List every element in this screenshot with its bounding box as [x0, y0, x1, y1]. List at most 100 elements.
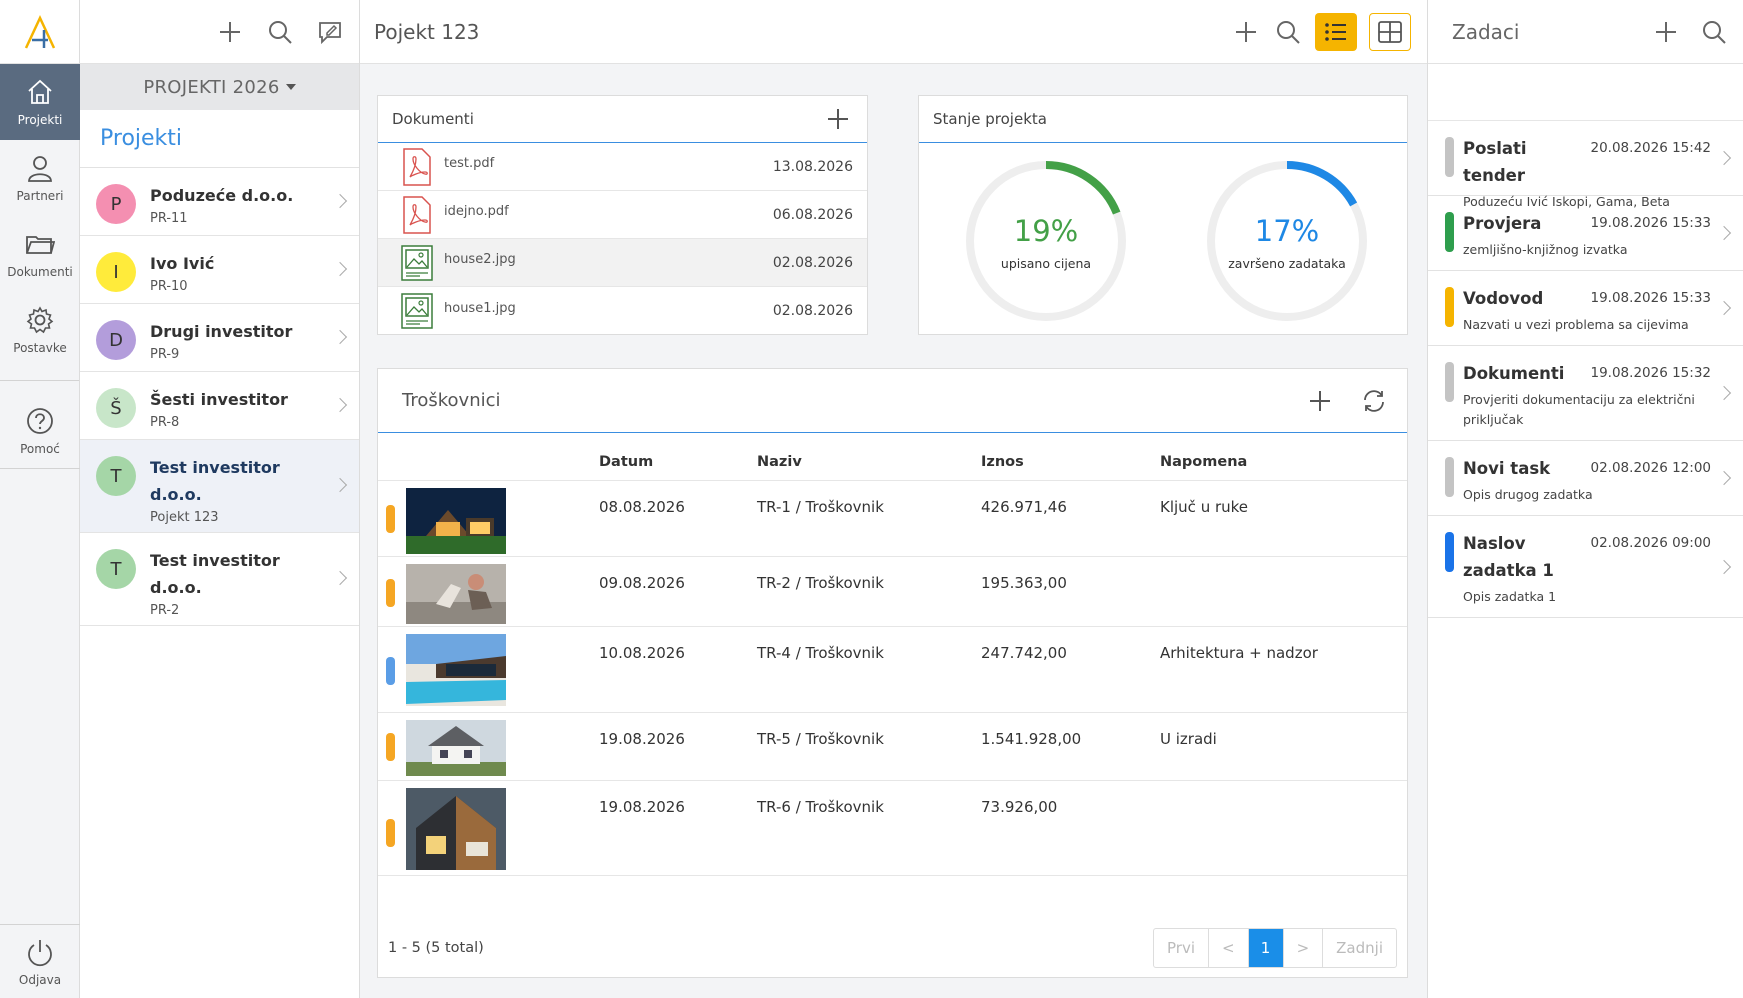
table-row[interactable]: 19.08.2026 TR-5 / Troškovnik 1.541.928,0…	[378, 713, 1407, 781]
app-logo[interactable]	[0, 0, 79, 64]
row-date: 19.08.2026	[599, 798, 685, 816]
notes-button[interactable]	[315, 17, 345, 47]
task-item[interactable]: Dokumenti 19.08.2026 15:32 Provjeriti dok…	[1428, 346, 1743, 441]
task-date: 02.08.2026 09:00	[1590, 535, 1712, 551]
document-row[interactable]: idejno.pdf 06.08.2026	[378, 191, 867, 239]
costs-header: Troškovnici	[378, 369, 1407, 433]
tasks-gauge: 17% završeno zadataka	[1204, 158, 1370, 324]
document-date: 02.08.2026	[772, 303, 853, 319]
task-item[interactable]: Poslati tender 20.08.2026 15:42 Poduzeću …	[1428, 121, 1743, 209]
task-item[interactable]: Novi task 02.08.2026 12:00 Opis drugog za…	[1428, 441, 1743, 516]
row-note: U izradi	[1160, 730, 1217, 748]
projects-toolbar	[80, 0, 359, 64]
column-date[interactable]: Datum	[599, 454, 757, 470]
gauge-value: 17%	[1254, 214, 1320, 248]
task-date: 20.08.2026 15:42	[1590, 140, 1712, 156]
nav-label: Pomoć	[20, 441, 60, 456]
task-color-bar	[1445, 457, 1454, 497]
project-item-selected[interactable]: T Test investitor d.o.o. Pojekt 123	[80, 440, 359, 533]
user-icon	[28, 156, 52, 182]
nav-item-projekti[interactable]: Projekti	[0, 64, 80, 140]
search-projects-button[interactable]	[265, 17, 295, 47]
chevron-right-icon	[1716, 150, 1732, 166]
power-icon	[28, 939, 52, 966]
project-item[interactable]: I Ivo Ivić PR-10	[80, 236, 359, 304]
cost-estimates-card: Troškovnici Datum Naziv Iznos Napomena 0…	[377, 368, 1408, 978]
main-panel: Pojekt 123 Dokumenti test.pdf 13.08.2026…	[360, 0, 1427, 998]
pager-next[interactable]: >	[1282, 929, 1323, 967]
add-estimate-button[interactable]	[1305, 386, 1335, 416]
project-item[interactable]: P Poduzeće d.o.o. PR-11	[80, 168, 359, 236]
task-item[interactable]: Provjera 19.08.2026 15:33 zemljišno-knjiž…	[1428, 196, 1743, 271]
pager-first[interactable]: Prvi	[1154, 929, 1208, 967]
grid-view-button[interactable]	[1369, 12, 1411, 51]
search-icon	[269, 20, 292, 44]
status-stripe	[386, 733, 395, 761]
table-row[interactable]: 19.08.2026 TR-6 / Troškovnik 73.926,00	[378, 781, 1407, 876]
table-row[interactable]: 08.08.2026 TR-1 / Troškovnik 426.971,46 …	[378, 481, 1407, 557]
refresh-button[interactable]	[1359, 386, 1389, 416]
search-icon	[1277, 20, 1300, 44]
add-task-button[interactable]	[1651, 17, 1681, 47]
pager-prev[interactable]: <	[1208, 929, 1248, 967]
project-item[interactable]: T Test investitor d.o.o. PR-2	[80, 533, 359, 626]
year-selector[interactable]: PROJEKTI 2026	[80, 64, 359, 110]
task-date: 19.08.2026 15:33	[1590, 290, 1712, 306]
search-tasks-button[interactable]	[1699, 17, 1729, 47]
task-title: Naslov zadatka 1	[1463, 534, 1554, 580]
column-amount[interactable]: Iznos	[981, 454, 1160, 470]
add-button[interactable]	[1231, 17, 1261, 47]
project-code: PR-2	[150, 603, 180, 618]
nav-item-partneri[interactable]: Partneri	[0, 140, 80, 216]
interior-thumbnail	[406, 564, 506, 624]
column-note[interactable]: Napomena	[1160, 454, 1407, 470]
costs-title: Troškovnici	[402, 390, 501, 411]
project-item[interactable]: Š Šesti investitor PR-8	[80, 372, 359, 440]
plus-icon	[1656, 21, 1676, 42]
folder-icon	[26, 236, 55, 254]
pager-last[interactable]: Zadnji	[1322, 929, 1396, 967]
table-footer: 1 - 5 (5 total) Prvi < 1 > Zadnji	[378, 919, 1407, 977]
document-row[interactable]: house1.jpg 02.08.2026	[378, 287, 867, 335]
chevron-right-icon	[1716, 559, 1732, 574]
task-date: 19.08.2026 15:33	[1590, 215, 1712, 231]
project-item[interactable]: D Drugi investitor PR-9	[80, 304, 359, 372]
avatar: T	[96, 549, 136, 589]
document-name: test.pdf	[444, 156, 495, 171]
search-button[interactable]	[1273, 17, 1303, 47]
row-name: TR-2 / Troškovnik	[757, 574, 884, 592]
task-item[interactable]: Vodovod 19.08.2026 15:33 Nazvati u vezi p…	[1428, 271, 1743, 346]
avatar: I	[96, 252, 136, 292]
add-document-button[interactable]	[823, 104, 853, 134]
task-description: Provjeriti dokumentaciju za električni p…	[1463, 392, 1695, 427]
document-date: 13.08.2026	[772, 158, 853, 175]
document-row[interactable]: test.pdf 13.08.2026	[378, 143, 867, 191]
list-view-button[interactable]	[1315, 12, 1357, 51]
table-row[interactable]: 09.08.2026 TR-2 / Troškovnik 195.363,00	[378, 557, 1407, 627]
logout-button[interactable]: Odjava	[0, 924, 80, 998]
document-date: 06.08.2026	[772, 206, 853, 223]
nav-item-postavke[interactable]: Postavke	[0, 292, 80, 368]
pdf-file-icon	[400, 195, 434, 235]
add-project-button[interactable]	[215, 17, 245, 47]
status-stripe	[386, 579, 395, 607]
project-name: Drugi investitor	[150, 322, 293, 341]
column-name[interactable]: Naziv	[757, 454, 981, 470]
chevron-right-icon	[1716, 225, 1732, 241]
nav-item-dokumenti[interactable]: Dokumenti	[0, 216, 80, 292]
modern-house-thumbnail	[406, 788, 506, 870]
chevron-right-icon	[1716, 300, 1732, 316]
table-row[interactable]: 10.08.2026 TR-4 / Troškovnik 247.742,00 …	[378, 627, 1407, 713]
pager-current[interactable]: 1	[1247, 929, 1283, 967]
row-name: TR-4 / Troškovnik	[757, 644, 884, 662]
record-count: 1 - 5 (5 total)	[388, 940, 484, 956]
avatar: P	[96, 184, 136, 224]
image-file-icon	[400, 243, 434, 283]
gauge-value: 19%	[1013, 214, 1079, 248]
document-row[interactable]: house2.jpg 02.08.2026	[378, 239, 867, 287]
task-color-bar	[1445, 287, 1454, 327]
nav-item-pomoc[interactable]: Pomoć	[0, 393, 80, 469]
task-description: Opis zadatka 1	[1463, 589, 1557, 604]
task-item[interactable]: Naslov zadatka 1 02.08.2026 09:00 Opis za…	[1428, 516, 1743, 618]
row-date: 10.08.2026	[599, 644, 685, 662]
